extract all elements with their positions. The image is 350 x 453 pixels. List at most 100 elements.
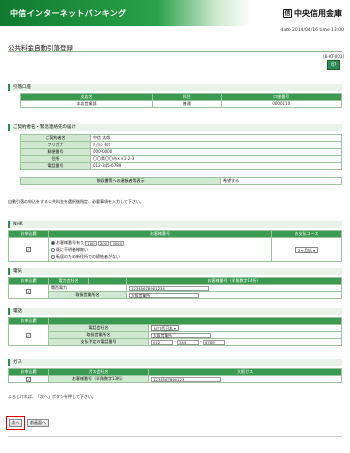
- nhk-option-label: お客様番号有り: [56, 240, 84, 245]
- chevron-down-icon: ▾: [313, 247, 315, 253]
- nhk-option-label: 既に不明者様無い: [56, 247, 88, 252]
- notify-label: 領収書等への連帳者等表示: [20, 177, 221, 185]
- phone-apply-checkbox[interactable]: ✓: [26, 332, 31, 338]
- nhk-radio-has-number[interactable]: [51, 241, 55, 245]
- section-phone: 電話: [8, 308, 342, 315]
- contractor-value: 000-0000: [90, 148, 342, 156]
- gas-col-company: ガス会社名: [48, 368, 149, 376]
- footer-divider: [8, 436, 342, 437]
- phone-tel-3[interactable]: 6789: [203, 339, 225, 345]
- gas-col-company-value: 大阪ガス: [148, 368, 342, 376]
- account-col-branch: 支店名: [20, 93, 153, 101]
- phone-col-header: [48, 317, 342, 325]
- instruction-text: 自動引落の申込をする公共料金を選択後指定、必要事項を入力して下さい。: [8, 199, 144, 204]
- electric-customer-cell: 12345678901234: [126, 284, 342, 292]
- electric-office-input[interactable]: 大阪営業所: [129, 292, 199, 298]
- contractor-label: ご契約者名: [20, 134, 91, 142]
- nhk-radio-unknown[interactable]: [51, 248, 55, 252]
- phone-apply-cell: ✓: [8, 324, 49, 346]
- header-banner: 中信インターネットバンキング 信 中央信用金庫: [0, 0, 350, 26]
- nhk-col-customer: お客様番号: [48, 230, 272, 238]
- electric-customer-input[interactable]: 12345678901234: [129, 285, 209, 291]
- brand-title: 中信インターネットバンキング: [10, 9, 127, 18]
- printer-icon: 印: [330, 62, 336, 68]
- phone-col-apply: お申込欄: [8, 317, 49, 325]
- bank-mark-icon: 信: [283, 9, 292, 18]
- gas-col-apply: お申込欄: [8, 368, 49, 376]
- phone-company-cell: NTT西日本 ▾: [148, 324, 342, 332]
- contractor-value: 中信 太郎: [90, 134, 342, 142]
- electric-office-label: 取扱営業所名: [48, 291, 127, 299]
- notify-table: 領収書等への連帳者等表示 希望する: [20, 177, 342, 185]
- nhk-course-cell: 2ヶ月払 ▾: [271, 237, 342, 262]
- phone-tel-2[interactable]: 345: [177, 339, 199, 345]
- gas-apply-checkbox[interactable]: ✓: [26, 376, 31, 382]
- electric-company: 関西電力: [48, 284, 127, 292]
- print-button[interactable]: 印: [327, 60, 340, 70]
- contractor-label: 住所: [20, 155, 91, 163]
- contractor-label: 郵便番号: [20, 148, 91, 156]
- gas-customer-input[interactable]: 1234567890123: [151, 376, 221, 382]
- datetime: date 2014/04/16 time 13:00: [280, 28, 344, 33]
- nhk-option-has-number[interactable]: お客様番号有り 100 200 3000: [51, 239, 269, 246]
- confirm-text: よろしければ、「次へ」ボタンを押して下さい。: [8, 394, 96, 399]
- gas-number-cell: 1234567890123: [148, 375, 342, 383]
- nhk-code-3[interactable]: 3000: [110, 240, 125, 246]
- electric-col-apply: お申込欄: [8, 277, 49, 285]
- gas-number-label: お客様番号（半角数字13桁）: [48, 375, 149, 383]
- phone-company-label: 電話会社名: [48, 324, 149, 332]
- nhk-col-course: お支払コース: [271, 230, 342, 238]
- section-contractor: ご契約者名・緊急連絡先の届け: [8, 124, 342, 131]
- section-account: 引落口座: [8, 84, 342, 91]
- nhk-options: お客様番号有り 100 200 3000 既に不明者様無い 転居のため新住所での…: [48, 237, 272, 262]
- account-branch: 本店営業部: [20, 100, 153, 108]
- nhk-course-value: 2ヶ月払: [298, 247, 312, 253]
- phone-office-cell: 大阪営業所: [148, 331, 342, 339]
- section-gas: ガス: [8, 359, 342, 366]
- nhk-option-unknown[interactable]: 既に不明者様無い: [51, 246, 269, 253]
- account-col-type: 科目: [151, 93, 222, 101]
- next-button-highlight: [6, 416, 25, 430]
- nhk-apply-cell: ✓: [8, 237, 49, 262]
- account-col-number: 口座番号: [220, 93, 343, 101]
- phone-table: お申込欄 ✓ 電話会社名 NTT西日本 ▾ 取扱営業所名 大阪営業所 支払予定の…: [8, 317, 342, 346]
- nhk-apply-checkbox[interactable]: ✓: [26, 247, 31, 252]
- phone-number-label: 支払予定の電話番号: [48, 338, 149, 346]
- chevron-down-icon: ▾: [174, 326, 176, 331]
- bank-name: 中央信用金庫: [294, 9, 342, 18]
- page-code: [B-KT-003]: [323, 54, 344, 59]
- contractor-value: ﾁｭｳｼﾝ ﾀﾛｳ: [90, 141, 342, 149]
- electric-office-cell: 大阪営業所: [126, 291, 342, 299]
- back-button[interactable]: 前画面へ: [27, 419, 49, 427]
- section-electric: 電気: [8, 268, 342, 275]
- contractor-label: 電話番号: [20, 162, 91, 170]
- section-nhk: NHK: [8, 221, 342, 228]
- nhk-radio-moved[interactable]: [51, 255, 55, 259]
- contractor-table: ご契約者名 中信 太郎 フリガナ ﾁｭｳｼﾝ ﾀﾛｳ 郵便番号 000-0000 住所…: [20, 134, 342, 170]
- nhk-option-label: 転居のため新住所での締結者がない: [56, 254, 120, 259]
- phone-company-value: NTT西日本: [154, 326, 173, 331]
- account-number: 0000110: [220, 100, 343, 108]
- nhk-option-moved[interactable]: 転居のため新住所での締結者がない: [51, 253, 269, 260]
- phone-number-cell: 012 - 345 - 6789: [148, 338, 342, 346]
- contractor-value: 012-345-6789: [90, 162, 342, 170]
- phone-office-input[interactable]: 大阪営業所: [151, 332, 211, 338]
- nhk-code-1[interactable]: 100: [85, 240, 97, 246]
- electric-col-company-value: [88, 277, 127, 285]
- electric-col-company: 電力会社名: [48, 277, 89, 285]
- account-table: 支店名 科目 口座番号 本店営業部 普通 0000110: [20, 93, 343, 108]
- phone-tel-1[interactable]: 012: [151, 339, 173, 345]
- phone-company-select[interactable]: NTT西日本 ▾: [151, 325, 179, 331]
- electric-apply-cell: ✓: [8, 284, 49, 299]
- contractor-label: フリガナ: [20, 141, 91, 149]
- title-divider: [8, 51, 342, 52]
- contractor-value: 〇〇県〇〇市××1-2-3: [90, 155, 342, 163]
- phone-office-label: 取扱営業所名: [48, 331, 149, 339]
- notify-value: 希望する: [220, 177, 342, 185]
- nhk-code-2[interactable]: 200: [97, 240, 110, 246]
- electric-apply-checkbox[interactable]: ✓: [26, 289, 31, 294]
- bank-logo: 信 中央信用金庫: [283, 8, 342, 19]
- gas-table: お申込欄 ガス会社名 大阪ガス ✓ お客様番号（半角数字13桁） 1234567…: [8, 368, 342, 383]
- nhk-col-apply: お申込欄: [8, 230, 49, 238]
- nhk-course-select[interactable]: 2ヶ月払 ▾: [295, 246, 318, 253]
